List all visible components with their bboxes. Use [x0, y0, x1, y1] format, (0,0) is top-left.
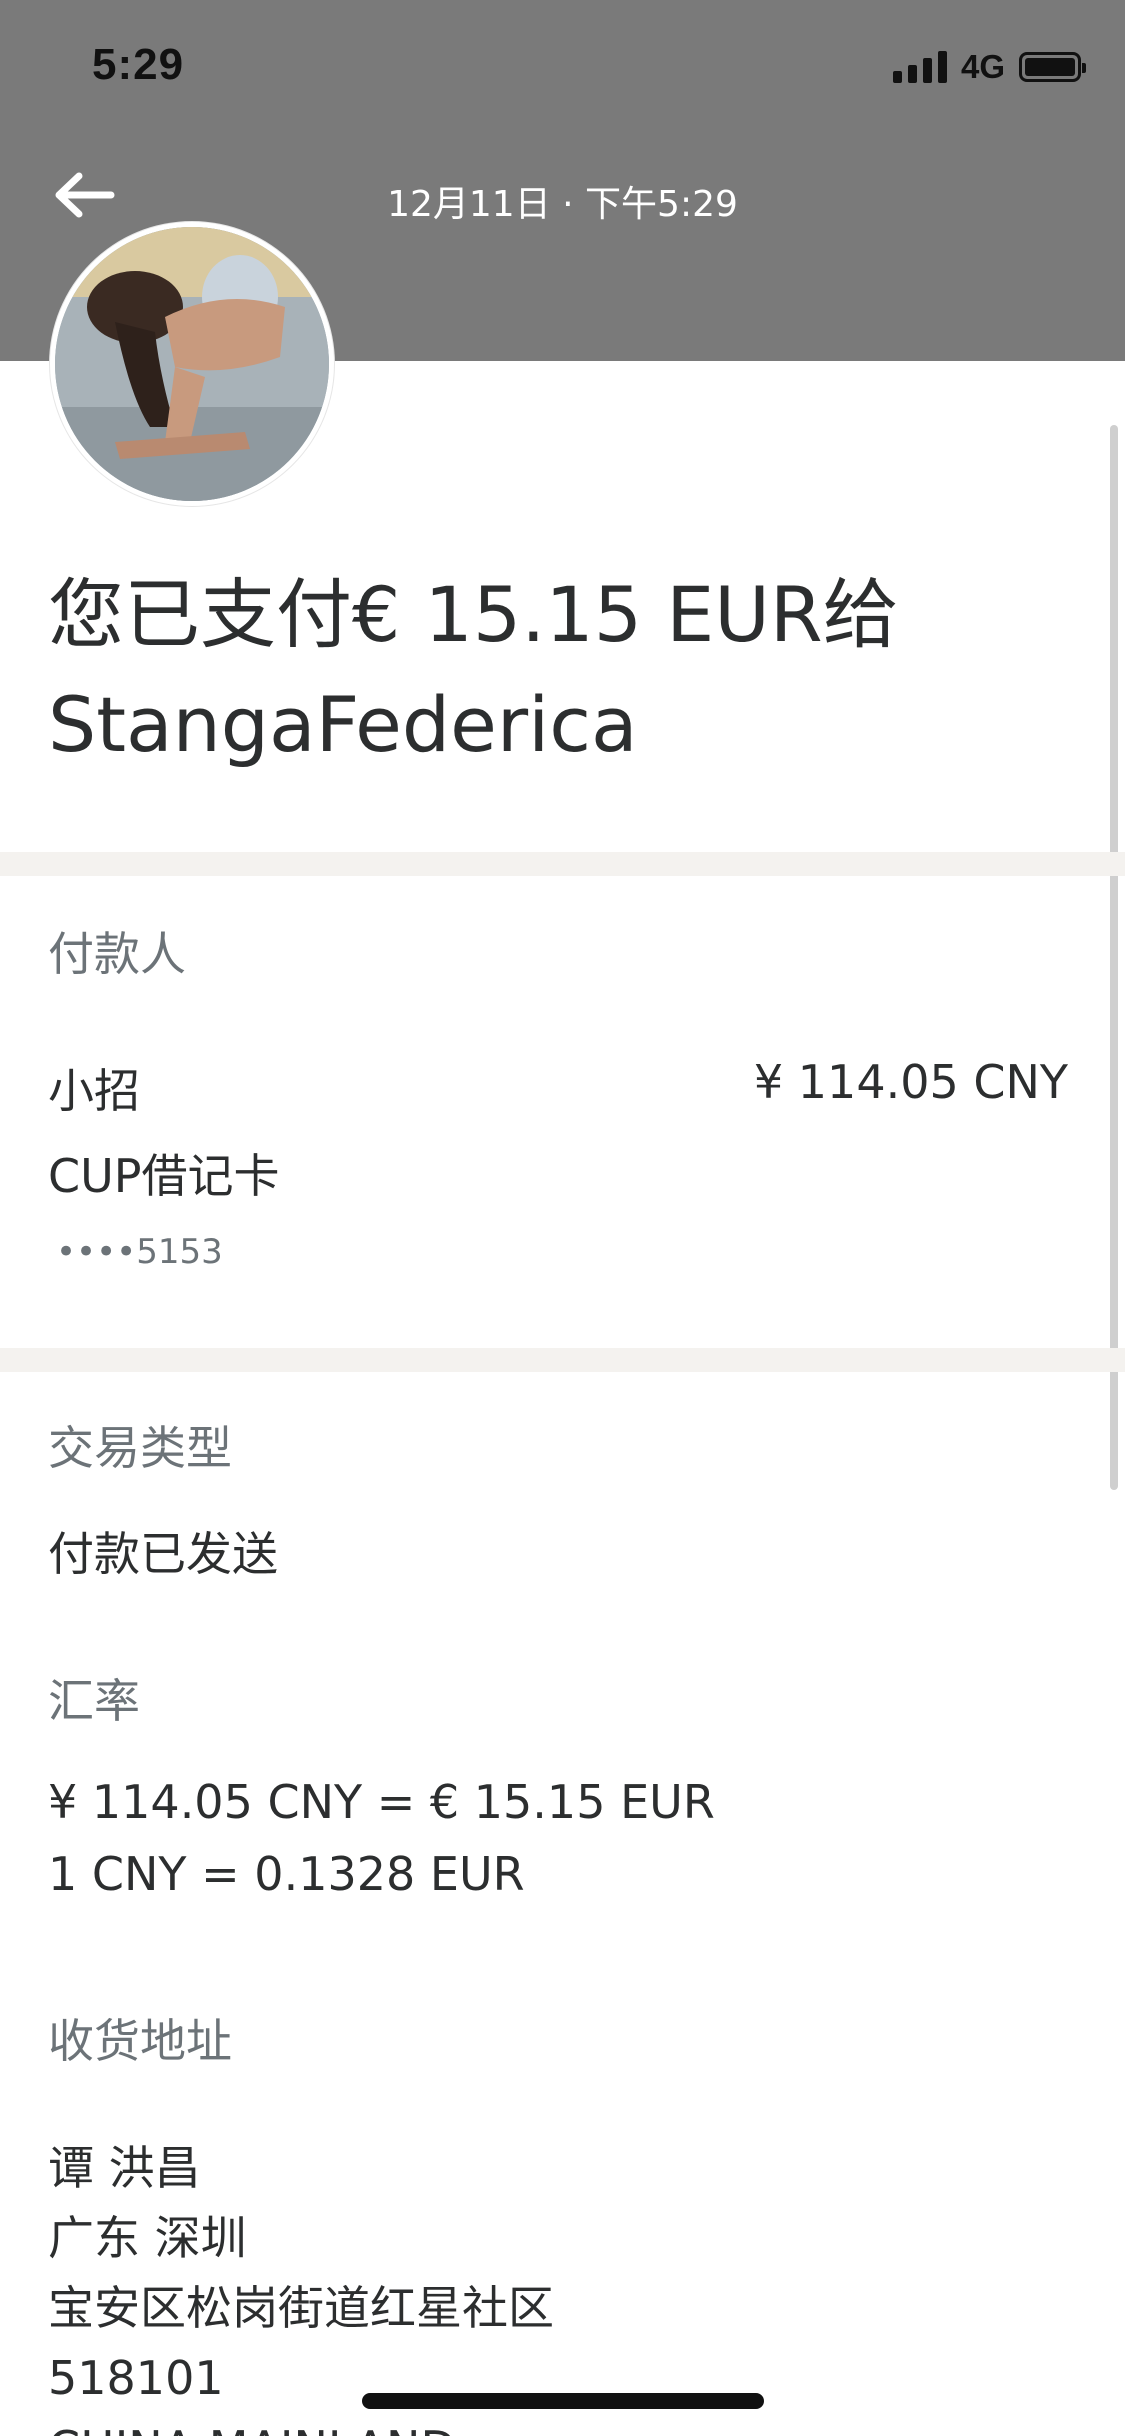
payment-summary-title: 您已支付€ 15.15 EUR给 StangaFederica [48, 560, 1068, 780]
shipping-name: 谭 洪昌 [48, 2141, 201, 2195]
battery-icon [1019, 52, 1086, 82]
exchange-rate-unit: 1 CNY = 0.1328 EUR [48, 1847, 525, 1901]
home-indicator[interactable] [362, 2393, 764, 2409]
network-type: 4G [960, 48, 1005, 85]
shipping-address: 谭 洪昌 广东 深圳 宝安区松岗街道红星社区 518101 CHINA MAIN… [48, 2133, 554, 2436]
shipping-province-city: 广东 深圳 [48, 2211, 247, 2265]
payer-card-type: CUP借记卡 [48, 1149, 280, 1203]
signal-icon [892, 51, 947, 83]
section-divider [0, 1348, 1125, 1372]
scrollbar[interactable] [1110, 425, 1118, 1490]
status-icons: 4G [892, 48, 1086, 86]
transaction-detail-screen: 5:29 4G 12月11日 · 下午5:29 您已支付€ 15.15 EUR给… [0, 0, 1125, 2436]
shipping-country: CHINA MAINLAND [48, 2413, 554, 2436]
status-time: 5:29 [92, 40, 185, 89]
transaction-type-value: 付款已发送 [48, 1527, 278, 1581]
exchange-rate-label: 汇率 [48, 1674, 140, 1728]
summary-line-recipient: StangaFederica [48, 680, 638, 769]
section-divider [0, 852, 1125, 876]
header-title: 12月11日 · 下午5:29 [387, 184, 738, 225]
exchange-rate-conversion: ¥ 114.05 CNY = € 15.15 EUR [48, 1775, 715, 1829]
payer-card-number: ••••5153 [56, 1232, 223, 1272]
payer-label: 付款人 [48, 927, 186, 981]
avatar [50, 222, 334, 506]
summary-line-amount: 您已支付€ 15.15 EUR给 [48, 570, 899, 659]
payer-amount: ¥ 114.05 CNY [753, 1055, 1068, 1109]
payer-name: 小招 [48, 1064, 140, 1118]
exchange-rate-values: ¥ 114.05 CNY = € 15.15 EUR 1 CNY = 0.132… [48, 1766, 715, 1910]
shipping-address-label: 收货地址 [48, 2014, 232, 2068]
transaction-type-label: 交易类型 [48, 1421, 232, 1475]
shipping-street: 宝安区松岗街道红星社区 [48, 2281, 554, 2335]
